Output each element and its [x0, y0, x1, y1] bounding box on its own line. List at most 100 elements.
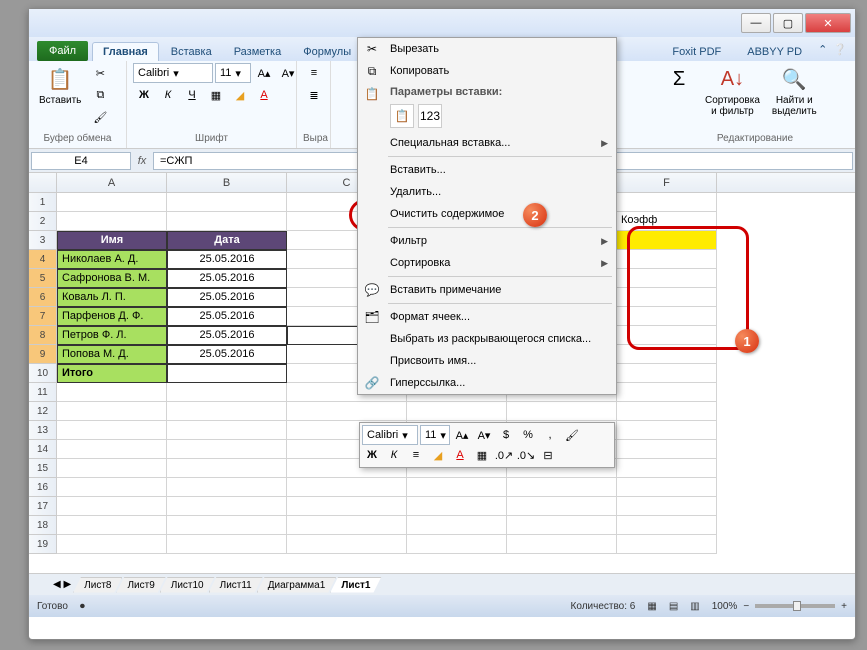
format-painter-button[interactable]: 🖌	[89, 107, 111, 127]
cell[interactable]	[507, 497, 617, 516]
cell[interactable]	[167, 383, 287, 402]
tab-formulas[interactable]: Формулы	[293, 43, 361, 61]
name-box[interactable]: E4	[31, 152, 131, 170]
cell[interactable]	[57, 497, 167, 516]
cell[interactable]	[507, 516, 617, 535]
record-macro-icon[interactable]: ⏺	[80, 601, 85, 612]
row-header[interactable]: 11	[29, 383, 57, 402]
tab-layout[interactable]: Разметка	[224, 43, 292, 61]
cell[interactable]	[407, 402, 507, 421]
help-icon[interactable]: ❔	[833, 43, 847, 61]
cell[interactable]	[57, 402, 167, 421]
row-header[interactable]: 4	[29, 250, 57, 269]
cell[interactable]	[617, 345, 717, 364]
cell[interactable]	[617, 269, 717, 288]
tab-file[interactable]: Файл	[37, 41, 88, 61]
cell[interactable]	[617, 364, 717, 383]
cell[interactable]	[287, 516, 407, 535]
find-select-button[interactable]: 🔍 Найти и выделить	[768, 63, 821, 119]
context-cut[interactable]: ✂Вырезать	[358, 38, 616, 60]
row-header[interactable]: 10	[29, 364, 57, 383]
zoom-control[interactable]: 100% − +	[712, 601, 847, 612]
context-copy[interactable]: ⧉Копировать	[358, 60, 616, 82]
row-header[interactable]: 8	[29, 326, 57, 345]
row-header[interactable]: 1	[29, 193, 57, 212]
cell[interactable]	[617, 288, 717, 307]
cell[interactable]: Коэфф	[617, 212, 717, 231]
cell[interactable]: 25.05.2016	[167, 269, 287, 288]
cell[interactable]	[57, 459, 167, 478]
row-header[interactable]: 18	[29, 516, 57, 535]
cell[interactable]	[617, 231, 717, 250]
cell[interactable]	[617, 440, 717, 459]
cell[interactable]	[507, 402, 617, 421]
zoom-out-icon[interactable]: −	[743, 601, 749, 612]
cell-header-name[interactable]: Имя	[57, 231, 167, 250]
fx-icon[interactable]: fx	[133, 155, 151, 167]
sheet-tab[interactable]: Лист8	[73, 577, 122, 593]
maximize-button[interactable]: ▢	[773, 13, 803, 33]
cell[interactable]	[57, 212, 167, 231]
cell[interactable]	[167, 421, 287, 440]
row-header[interactable]: 19	[29, 535, 57, 554]
mini-increase-font[interactable]: A▴	[452, 426, 472, 444]
cell[interactable]	[167, 212, 287, 231]
cell[interactable]	[617, 497, 717, 516]
sheet-tab-active[interactable]: Лист1	[330, 577, 381, 593]
border-button[interactable]: ▦	[205, 85, 227, 105]
cell[interactable]	[407, 535, 507, 554]
row-header[interactable]: 5	[29, 269, 57, 288]
font-size-combo[interactable]: 11▾	[215, 63, 251, 83]
mini-dec-decimal[interactable]: .0↘	[516, 446, 536, 464]
cell[interactable]	[617, 383, 717, 402]
mini-font-combo[interactable]: Calibri▾	[362, 425, 418, 445]
cell[interactable]: Попова М. Д.	[57, 345, 167, 364]
cell[interactable]	[57, 193, 167, 212]
cell[interactable]: Николаев А. Д.	[57, 250, 167, 269]
cell[interactable]: 25.05.2016	[167, 288, 287, 307]
zoom-slider[interactable]	[755, 604, 835, 608]
align-left-button[interactable]: ≣	[303, 85, 325, 105]
tab-insert[interactable]: Вставка	[161, 43, 222, 61]
context-insert-comment[interactable]: 💬Вставить примечание	[358, 279, 616, 301]
cell[interactable]: Парфенов Д. Ф.	[57, 307, 167, 326]
cell[interactable]	[617, 459, 717, 478]
context-sort[interactable]: Сортировка▶	[358, 252, 616, 274]
col-header-a[interactable]: A	[57, 173, 167, 192]
cell[interactable]	[617, 250, 717, 269]
cell[interactable]	[57, 440, 167, 459]
row-header[interactable]: 3	[29, 231, 57, 250]
mini-inc-decimal[interactable]: .0↗	[494, 446, 514, 464]
paste-option-button[interactable]: 📋	[390, 104, 414, 128]
row-header[interactable]: 9	[29, 345, 57, 364]
minimize-button[interactable]: —	[741, 13, 771, 33]
cell[interactable]: 25.05.2016	[167, 307, 287, 326]
cell[interactable]	[167, 535, 287, 554]
col-header-f[interactable]: F	[617, 173, 717, 192]
sheet-tab[interactable]: Лист11	[209, 577, 263, 593]
cell[interactable]	[407, 478, 507, 497]
cell[interactable]	[617, 307, 717, 326]
row-header[interactable]: 12	[29, 402, 57, 421]
context-delete[interactable]: Удалить...	[358, 181, 616, 203]
row-header[interactable]: 2	[29, 212, 57, 231]
cell[interactable]	[287, 402, 407, 421]
mini-currency[interactable]: $	[496, 426, 516, 444]
row-header[interactable]: 6	[29, 288, 57, 307]
cell[interactable]	[167, 402, 287, 421]
context-assign-name[interactable]: Присвоить имя...	[358, 350, 616, 372]
context-clear-contents[interactable]: Очистить содержимое	[358, 203, 616, 225]
cell[interactable]	[57, 383, 167, 402]
row-header[interactable]: 13	[29, 421, 57, 440]
tab-foxit[interactable]: Foxit PDF	[662, 43, 731, 61]
cell[interactable]	[57, 421, 167, 440]
row-header[interactable]: 7	[29, 307, 57, 326]
row-header[interactable]: 14	[29, 440, 57, 459]
cell[interactable]	[167, 497, 287, 516]
ribbon-minimize-icon[interactable]: ⌃	[818, 43, 827, 61]
sheet-tab[interactable]: Лист10	[160, 577, 215, 593]
cell[interactable]	[167, 440, 287, 459]
tab-home[interactable]: Главная	[92, 42, 159, 61]
view-normal-icon[interactable]: ▦	[647, 601, 656, 612]
cell[interactable]	[167, 478, 287, 497]
